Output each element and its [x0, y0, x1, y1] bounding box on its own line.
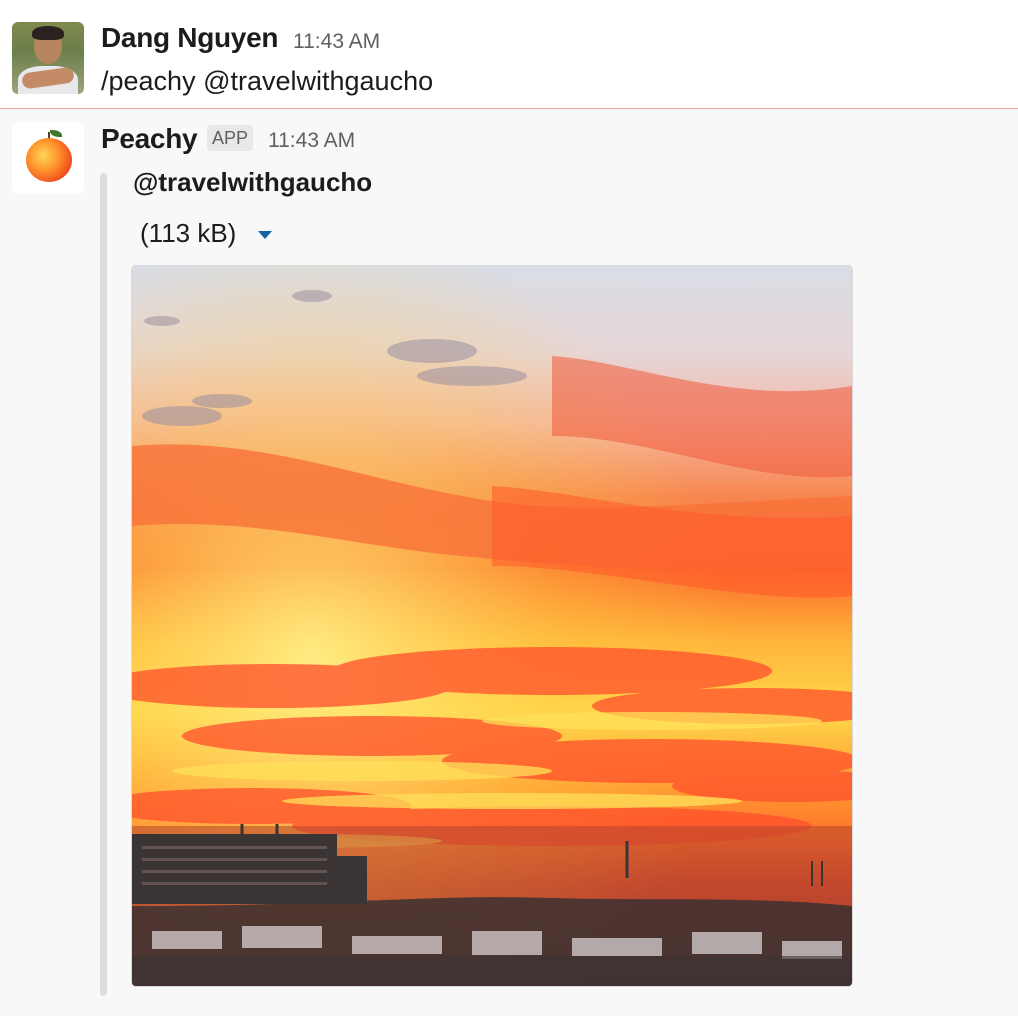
app-avatar[interactable]: [12, 122, 84, 194]
file-size: (113 kB): [140, 218, 237, 248]
caret-down-icon[interactable]: [258, 231, 272, 239]
message-text: /peachy @travelwithgaucho: [101, 66, 434, 96]
attachment-bar: [100, 173, 107, 996]
avatar-hair: [32, 26, 64, 40]
avatar[interactable]: [12, 22, 84, 94]
timestamp[interactable]: 11:43 AM: [293, 30, 380, 54]
attachment-image[interactable]: [132, 266, 852, 986]
message-dang-nguyen: Dang Nguyen 11:43 AM /peachy @travelwith…: [0, 0, 1018, 108]
peach-icon: [26, 138, 72, 182]
message-peachy: Peachy APP 11:43 AM @travelwithgaucho (1…: [0, 109, 1018, 1016]
app-badge: APP: [207, 125, 254, 151]
attachment-title[interactable]: @travelwithgaucho: [133, 167, 372, 198]
author-name[interactable]: Dang Nguyen: [101, 22, 278, 54]
app-name[interactable]: Peachy: [101, 123, 198, 155]
sunset-photo: [132, 266, 852, 986]
timestamp[interactable]: 11:43 AM: [268, 129, 355, 153]
peach-leaf: [50, 130, 62, 137]
